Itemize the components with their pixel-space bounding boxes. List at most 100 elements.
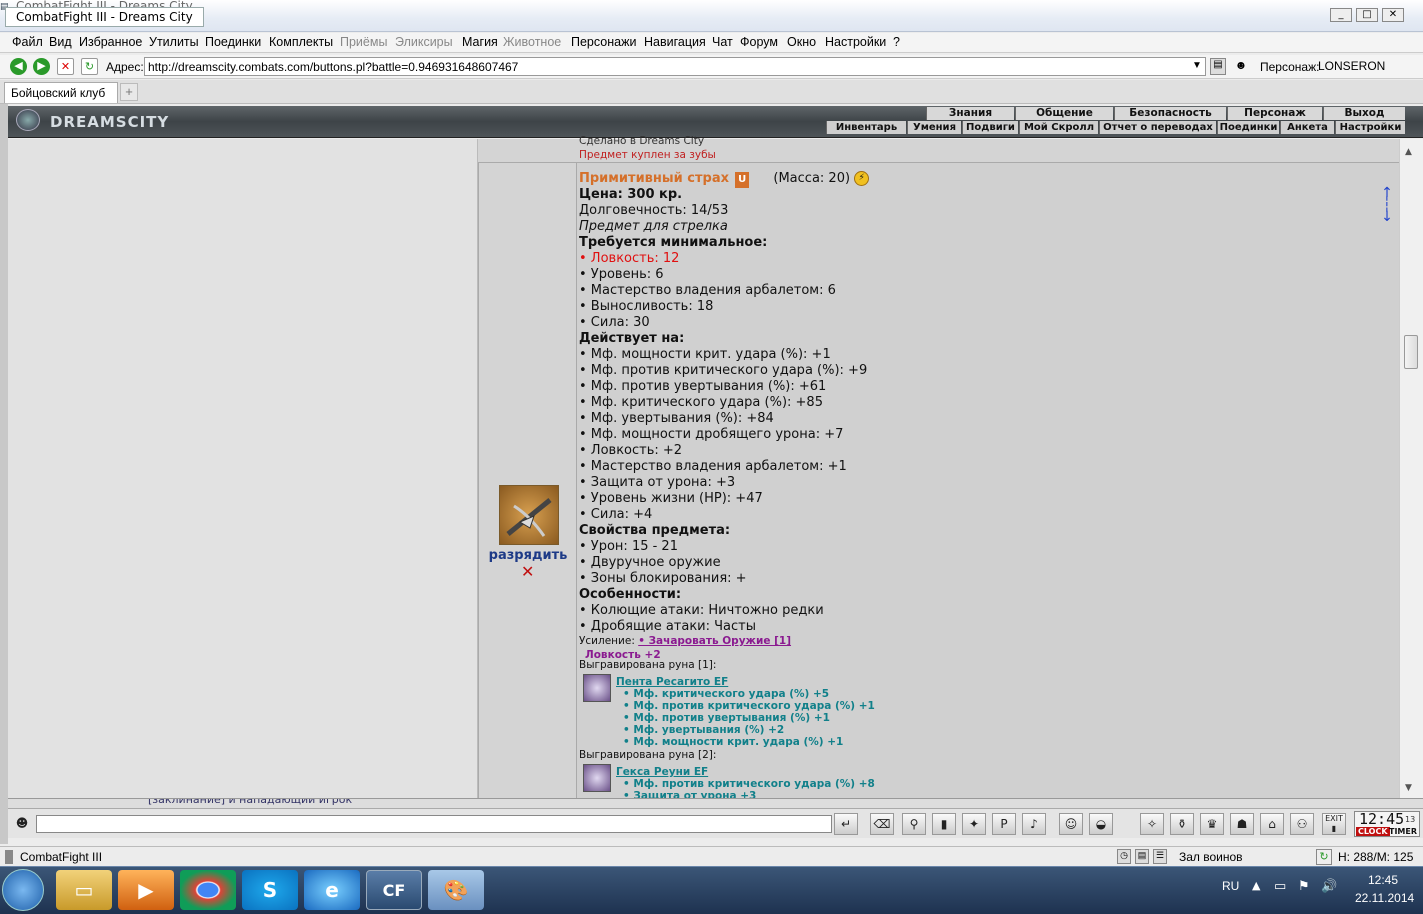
- send-icon[interactable]: ↵: [834, 813, 858, 835]
- stop-icon[interactable]: ✕: [57, 58, 74, 75]
- enchant-weapon-link[interactable]: • Зачаровать Оружие [1]: [638, 635, 791, 647]
- nav-profile[interactable]: Анкета: [1280, 121, 1334, 134]
- character-icon[interactable]: ☻: [1232, 58, 1250, 75]
- go-icon[interactable]: ▤: [1210, 58, 1226, 75]
- scroll-down-icon[interactable]: ▼: [1405, 783, 1412, 793]
- nav-inventory[interactable]: Инвентарь: [826, 121, 906, 134]
- skype-icon[interactable]: S: [242, 870, 298, 910]
- menu-help[interactable]: ?: [893, 35, 900, 49]
- status-hp-mana: H: 288/M: 125: [1338, 850, 1414, 864]
- uncharge-button[interactable]: разрядить: [487, 548, 569, 563]
- clock-widget[interactable]: 12:45 13 CLOCK TIMER: [1354, 810, 1420, 837]
- scroll-thumb[interactable]: [1404, 335, 1418, 369]
- maximize-button[interactable]: □: [1356, 8, 1378, 22]
- tray-volume-icon[interactable]: 🔊: [1321, 879, 1337, 894]
- timer-label: TIMER: [1389, 827, 1418, 836]
- made-in-note: Сделано в Dreams City: [579, 135, 705, 147]
- sound-icon[interactable]: ♪: [1022, 813, 1046, 835]
- windows-taskbar: ▭ ▶ S e CF 🎨 RU ▲ ▭ ⚑ 🔊 12:45 22.11.2014: [0, 866, 1423, 914]
- explorer-icon[interactable]: ▭: [56, 870, 112, 910]
- internet-explorer-icon[interactable]: e: [304, 870, 360, 910]
- menu-fights[interactable]: Поединки: [205, 35, 261, 49]
- features-title: Особенности:: [579, 587, 682, 602]
- menu-view[interactable]: Вид: [49, 35, 72, 49]
- taskbar-date: 22.11.2014: [1355, 891, 1415, 905]
- menu-magic[interactable]: Магия: [462, 35, 498, 49]
- creature-icon[interactable]: ☗: [1230, 813, 1254, 835]
- status-icon-list[interactable]: ☰: [1153, 849, 1167, 864]
- item-info: Примитивный страх U (Масса: 20) ⚡ Цена: …: [577, 163, 1399, 802]
- chat-input[interactable]: [36, 815, 832, 833]
- menu-settings[interactable]: Настройки: [825, 35, 886, 49]
- private-icon[interactable]: P: [992, 813, 1016, 835]
- fighter-icon[interactable]: ✦: [962, 813, 986, 835]
- status-icon-doc[interactable]: ▤: [1135, 849, 1149, 864]
- new-tab-button[interactable]: +: [120, 83, 138, 101]
- smile-icon[interactable]: ☺: [1059, 813, 1083, 835]
- treasure-icon[interactable]: ♛: [1200, 813, 1224, 835]
- menu-characters[interactable]: Персонажи: [571, 35, 636, 49]
- nav-character[interactable]: Персонаж: [1227, 107, 1322, 120]
- minimize-button[interactable]: _: [1330, 8, 1352, 22]
- forward-icon[interactable]: ▶: [33, 58, 50, 75]
- left-panel: [8, 139, 478, 798]
- scroll-up-icon[interactable]: ▲: [1405, 147, 1412, 157]
- language-indicator[interactable]: RU: [1222, 879, 1239, 893]
- tray-flag-icon[interactable]: ⚑: [1298, 879, 1310, 894]
- tray-show-hidden-icon[interactable]: ▲: [1252, 879, 1260, 892]
- nav-knowledge[interactable]: Знания: [926, 107, 1014, 120]
- nav-security[interactable]: Безопасность: [1114, 107, 1226, 120]
- nav-my-scroll[interactable]: Мой Скролл: [1019, 121, 1098, 134]
- rune-icon[interactable]: [583, 764, 611, 792]
- item-mass: (Масса: 20): [773, 171, 851, 186]
- close-button[interactable]: ✕: [1382, 8, 1404, 22]
- character-label: Персонаж:: [1260, 60, 1320, 74]
- chrome-icon[interactable]: [180, 870, 236, 910]
- warrior-icon[interactable]: ✧: [1140, 813, 1164, 835]
- vertical-scrollbar[interactable]: ▲ ▼: [1399, 139, 1423, 798]
- helmet-icon[interactable]: ◒: [1089, 813, 1113, 835]
- resize-arrows-icon[interactable]: ↑ ┆ ↓: [1381, 186, 1393, 224]
- nav-skills[interactable]: Умения: [907, 121, 961, 134]
- rune-icon[interactable]: [583, 674, 611, 702]
- item-name[interactable]: Примитивный страх: [579, 171, 729, 186]
- crossbow-item-image[interactable]: [499, 485, 559, 545]
- address-dropdown-icon[interactable]: ▼: [1192, 60, 1202, 71]
- menu-sets[interactable]: Комплекты: [269, 35, 333, 49]
- menu-file[interactable]: Файл: [12, 35, 43, 49]
- chat-face-icon[interactable]: ☻: [10, 813, 34, 835]
- refresh-icon[interactable]: ↻: [81, 58, 98, 75]
- media-player-icon[interactable]: ▶: [118, 870, 174, 910]
- back-icon[interactable]: ◀: [10, 58, 27, 75]
- menu-navigation[interactable]: Навигация: [644, 35, 706, 49]
- eraser-icon[interactable]: ⌫: [870, 813, 894, 835]
- nav-feats[interactable]: Подвиги: [962, 121, 1018, 134]
- menu-utilities[interactable]: Утилиты: [149, 35, 199, 49]
- nav-transfer-report[interactable]: Отчет о переводах: [1099, 121, 1216, 134]
- exit-icon[interactable]: EXIT ▮: [1322, 813, 1346, 835]
- nav-communication[interactable]: Общение: [1015, 107, 1113, 120]
- menu-favorites[interactable]: Избранное: [79, 35, 142, 49]
- enhancement-label: Усиление:: [579, 635, 635, 647]
- tab-fight-club[interactable]: Бойцовский клуб: [4, 82, 118, 103]
- address-input[interactable]: http://dreamscity.combats.com/buttons.pl…: [144, 57, 1206, 76]
- window-title: CombatFight III - Dreams City: [5, 7, 204, 27]
- status-icon-clock[interactable]: ◷: [1117, 849, 1131, 864]
- nav-fights[interactable]: Поединки: [1217, 121, 1279, 134]
- nav-settings[interactable]: Настройки: [1335, 121, 1405, 134]
- house-icon[interactable]: ⌂: [1260, 813, 1284, 835]
- combatfight-icon[interactable]: CF: [366, 870, 422, 910]
- paint-icon[interactable]: 🎨: [428, 870, 484, 910]
- filter-icon[interactable]: ⚲: [902, 813, 926, 835]
- nav-exit[interactable]: Выход: [1323, 107, 1405, 120]
- tray-network-icon[interactable]: ▭: [1274, 879, 1286, 894]
- start-button[interactable]: [2, 869, 44, 911]
- menu-chat[interactable]: Чат: [712, 35, 733, 49]
- group-icon[interactable]: ⚇: [1290, 813, 1314, 835]
- book-icon[interactable]: ▮: [932, 813, 956, 835]
- potion-icon[interactable]: ⚱: [1170, 813, 1194, 835]
- remove-icon[interactable]: ✕: [521, 562, 534, 581]
- menu-window[interactable]: Окно: [787, 35, 816, 49]
- status-refresh-icon[interactable]: ↻: [1316, 849, 1332, 865]
- menu-forum[interactable]: Форум: [740, 35, 778, 49]
